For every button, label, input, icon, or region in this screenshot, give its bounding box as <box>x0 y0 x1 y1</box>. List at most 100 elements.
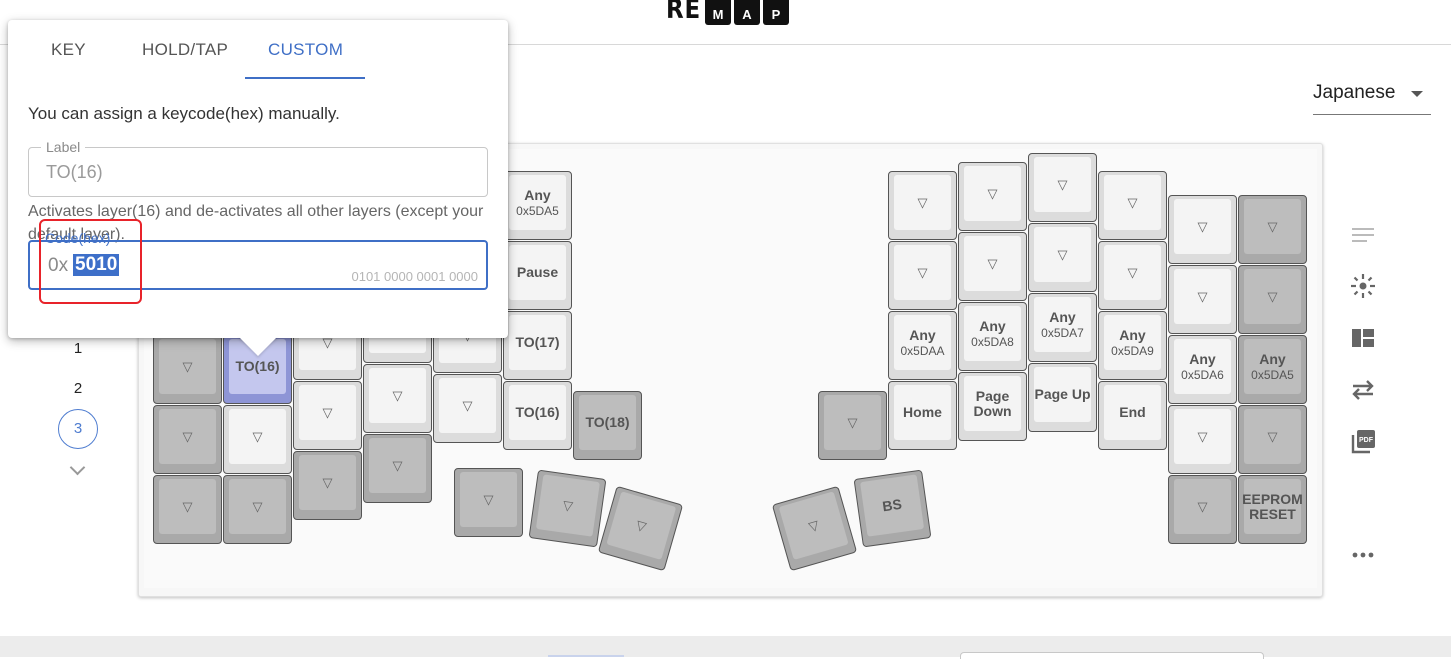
key-transparent[interactable]: ▽ <box>1238 265 1307 334</box>
key-cap: TO(18) <box>579 395 636 450</box>
more-icon[interactable] <box>1346 540 1380 570</box>
key-cap: ▽ <box>369 368 426 423</box>
label-field[interactable]: Label TO(16) <box>28 139 488 197</box>
key-eeprom-reset[interactable]: EEPROM RESET <box>1238 475 1307 544</box>
key-transparent[interactable]: ▽ <box>363 364 432 433</box>
key-transparent[interactable]: ▽ <box>1168 195 1237 264</box>
key-transparent[interactable]: ▽ <box>1098 241 1167 310</box>
key-transparent[interactable]: ▽ <box>888 241 957 310</box>
transparent-key-icon: ▽ <box>182 498 193 514</box>
key-any-5da6[interactable]: Any 0x5DA6 <box>1168 335 1237 404</box>
tab-custom[interactable]: CUSTOM <box>268 40 343 60</box>
key-any-5da9[interactable]: Any 0x5DA9 <box>1098 311 1167 380</box>
key-cap: Any 0x5DA7 <box>1034 297 1091 352</box>
key-transparent[interactable]: ▽ <box>293 451 362 520</box>
key-transparent[interactable]: ▽ <box>1028 223 1097 292</box>
lines-icon[interactable] <box>1346 220 1380 250</box>
key-cap: ▽ <box>778 491 849 560</box>
pdf-icon[interactable]: PDF <box>1346 427 1380 457</box>
key-transparent[interactable]: ▽ <box>293 381 362 450</box>
swap-icon[interactable] <box>1346 375 1380 405</box>
key-cap: ▽ <box>299 385 356 440</box>
transparent-key-icon: ▽ <box>1267 428 1278 444</box>
key-transparent[interactable]: ▽ <box>363 434 432 503</box>
key-cap: ▽ <box>1104 175 1161 230</box>
tab-key[interactable]: KEY <box>51 40 86 60</box>
key-cap: Page Down <box>964 376 1021 431</box>
key-transparent[interactable]: ▽ <box>1168 475 1237 544</box>
key-page-down[interactable]: Page Down <box>958 372 1027 441</box>
key-label: Any <box>979 317 1006 334</box>
logo-letter: M <box>705 0 731 25</box>
key-any-5da7[interactable]: Any 0x5DA7 <box>1028 293 1097 362</box>
layer-2-button[interactable]: 2 <box>56 380 100 397</box>
key-cap: Any 0x5DA5 <box>1244 339 1301 394</box>
key-pause[interactable]: Pause <box>503 241 572 310</box>
key-cap: ▽ <box>1244 409 1301 464</box>
key-cap: Page Up <box>1034 367 1091 422</box>
key-any-5daa[interactable]: Any 0x5DAA <box>888 311 957 380</box>
key-label: TO(17) <box>515 334 560 350</box>
key-transparent[interactable]: ▽ <box>153 475 222 544</box>
key-cap: ▽ <box>1104 245 1161 300</box>
remap-logo[interactable]: RE M A P <box>666 0 789 25</box>
key-transparent[interactable]: ▽ <box>223 475 292 544</box>
tab-hold-tap[interactable]: HOLD/TAP <box>142 40 228 60</box>
key-to16-b[interactable]: TO(16) <box>503 381 572 450</box>
key-sublabel: 0x5DA6 <box>1181 367 1224 382</box>
key-transparent[interactable]: ▽ <box>153 405 222 474</box>
key-transparent[interactable]: ▽ <box>433 374 502 443</box>
key-transparent[interactable]: ▽ <box>1168 265 1237 334</box>
key-end[interactable]: End <box>1098 381 1167 450</box>
key-transparent[interactable]: ▽ <box>1238 405 1307 474</box>
key-cap: ▽ <box>894 175 951 230</box>
key-transparent[interactable]: ▽ <box>958 232 1027 301</box>
key-transparent[interactable]: ▽ <box>818 391 887 460</box>
key-cap: ▽ <box>229 409 286 464</box>
transparent-key-icon: ▽ <box>1127 194 1138 210</box>
key-cap: ▽ <box>439 378 496 433</box>
key-cap: ▽ <box>1034 157 1091 212</box>
key-home[interactable]: Home <box>888 381 957 450</box>
key-transparent[interactable]: ▽ <box>1238 195 1307 264</box>
key-bs[interactable]: BS <box>853 469 932 548</box>
svg-text:PDF: PDF <box>1359 437 1374 444</box>
dropdown-caret-icon <box>1411 91 1423 97</box>
key-transparent[interactable]: ▽ <box>958 162 1027 231</box>
key-transparent[interactable]: ▽ <box>888 171 957 240</box>
key-any-5da5-left[interactable]: Any 0x5DA5 <box>503 171 572 240</box>
key-label: Any <box>1259 350 1286 367</box>
key-transparent[interactable]: ▽ <box>223 405 292 474</box>
bottom-panel <box>960 652 1264 659</box>
layer-1-button[interactable]: 1 <box>56 340 100 357</box>
key-transparent[interactable]: ▽ <box>1168 405 1237 474</box>
key-cap: ▽ <box>1174 269 1231 324</box>
key-cap: ▽ <box>159 409 216 464</box>
layout-icon[interactable] <box>1346 323 1380 353</box>
key-cap: EEPROM RESET <box>1242 479 1303 534</box>
light-icon[interactable] <box>1346 271 1380 301</box>
key-transparent[interactable]: ▽ <box>454 468 523 537</box>
transparent-key-icon: ▽ <box>1127 264 1138 280</box>
key-page-up[interactable]: Page Up <box>1028 363 1097 432</box>
key-any-5da5-right[interactable]: Any 0x5DA5 <box>1238 335 1307 404</box>
transparent-key-icon: ▽ <box>806 516 821 534</box>
key-to17[interactable]: TO(17) <box>503 311 572 380</box>
key-cap: BS <box>860 474 925 537</box>
transparent-key-icon: ▽ <box>182 428 193 444</box>
key-transparent[interactable]: ▽ <box>1098 171 1167 240</box>
key-label: Any <box>1049 308 1076 325</box>
key-label: Any <box>1189 350 1216 367</box>
key-to18[interactable]: TO(18) <box>573 391 642 460</box>
key-transparent[interactable]: ▽ <box>528 469 607 548</box>
key-transparent[interactable]: ▽ <box>1028 153 1097 222</box>
keyboard-language-select[interactable]: Japanese <box>1313 80 1431 115</box>
transparent-key-icon: ▽ <box>392 457 403 473</box>
layer-3-button[interactable]: 3 <box>58 409 98 449</box>
key-any-5da8[interactable]: Any 0x5DA8 <box>958 302 1027 371</box>
key-transparent[interactable]: ▽ <box>153 335 222 404</box>
logo-letter: P <box>763 0 789 25</box>
key-label: Any <box>524 186 551 203</box>
chevron-down-icon[interactable] <box>69 459 86 476</box>
transparent-key-icon: ▽ <box>1197 288 1208 304</box>
